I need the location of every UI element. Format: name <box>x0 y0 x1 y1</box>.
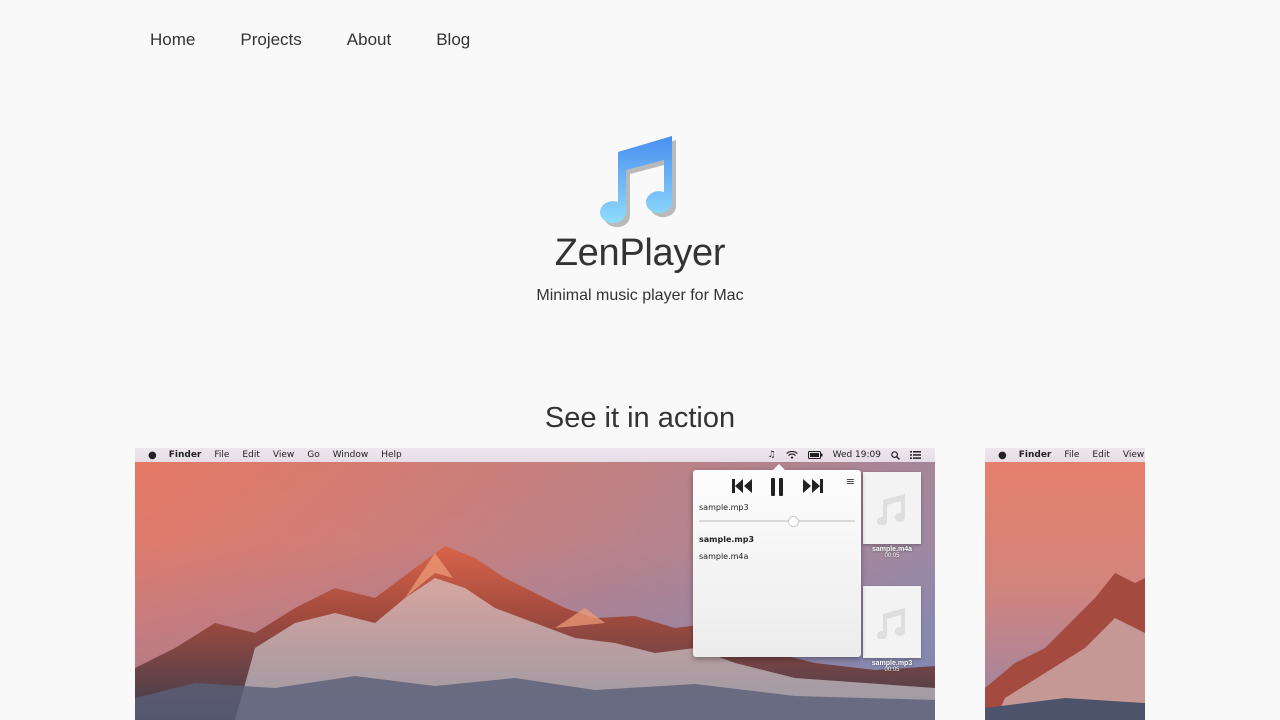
wifi-icon[interactable] <box>785 450 798 460</box>
battery-icon[interactable] <box>807 451 823 459</box>
desktop-file-duration: 00:05 <box>884 667 900 673</box>
menubar-file[interactable]: File <box>1064 450 1079 460</box>
previous-track-button[interactable] <box>731 477 753 495</box>
menubar-clock[interactable]: Wed 19:09 <box>833 450 881 460</box>
next-track-button[interactable] <box>802 477 824 495</box>
desktop-file-name: sample.m4a <box>871 546 913 553</box>
music-note-icon <box>877 608 906 639</box>
audio-file-thumbnail <box>863 472 921 544</box>
demo-screenshot-next[interactable]: ● Finder File Edit View <box>985 448 1145 720</box>
menubar-edit[interactable]: Edit <box>1092 450 1109 460</box>
pause-button[interactable] <box>769 477 785 497</box>
nav-projects-link[interactable]: Projects <box>240 30 301 50</box>
top-nav: Home Projects About Blog <box>150 30 515 50</box>
playlist-item[interactable]: sample.m4a <box>699 552 748 561</box>
menubar-status-area: ♫ Wed 19:09 <box>768 448 921 462</box>
nav-about-link[interactable]: About <box>347 30 391 50</box>
apple-icon[interactable]: ● <box>148 450 157 461</box>
music-note-status-icon[interactable]: ♫ <box>768 450 776 460</box>
player-popover: ≡ sample.mp3 sample.mp3 sample.m4a <box>693 464 861 657</box>
music-note-icon <box>877 494 906 525</box>
menubar-file[interactable]: File <box>214 450 229 460</box>
menubar-app-name[interactable]: Finder <box>1019 450 1052 460</box>
notification-center-icon[interactable] <box>910 451 921 459</box>
playlist-item[interactable]: sample.mp3 <box>699 535 754 544</box>
wallpaper-image <box>985 448 1145 720</box>
progress-slider-knob[interactable] <box>787 516 799 527</box>
app-subtitle: Minimal music player for Mac <box>536 287 744 304</box>
hamburger-menu-icon[interactable]: ≡ <box>846 475 855 488</box>
desktop-file-duration: 00:05 <box>884 553 900 559</box>
menubar-go[interactable]: Go <box>307 450 319 460</box>
desktop-file[interactable]: sample.mp3 00:05 <box>863 586 921 673</box>
desktop-file-name: sample.mp3 <box>871 660 913 667</box>
spotlight-search-icon[interactable] <box>891 450 900 460</box>
menubar-app-name[interactable]: Finder <box>169 450 202 460</box>
section-heading: See it in action <box>544 402 736 434</box>
demo-screenshot[interactable]: ● Finder File Edit View Go Window Help ♫… <box>135 448 935 720</box>
desktop-file[interactable]: sample.m4a 00:05 <box>863 472 921 559</box>
nav-home-link[interactable]: Home <box>150 30 195 50</box>
menubar-window[interactable]: Window <box>333 450 369 460</box>
app-title: ZenPlayer <box>554 232 726 274</box>
menubar-edit[interactable]: Edit <box>242 450 259 460</box>
audio-file-thumbnail <box>863 586 921 658</box>
now-playing-title: sample.mp3 <box>699 503 749 512</box>
music-note-icon <box>600 136 677 228</box>
apple-icon[interactable]: ● <box>998 450 1007 461</box>
menubar-view[interactable]: View <box>1123 450 1144 460</box>
mac-menubar: ● Finder File Edit View <box>985 448 1145 462</box>
mac-menubar: ● Finder File Edit View Go Window Help ♫… <box>135 448 935 462</box>
menubar-view[interactable]: View <box>273 450 294 460</box>
progress-slider-track[interactable] <box>699 520 855 522</box>
menubar-help[interactable]: Help <box>381 450 402 460</box>
nav-blog-link[interactable]: Blog <box>436 30 470 50</box>
